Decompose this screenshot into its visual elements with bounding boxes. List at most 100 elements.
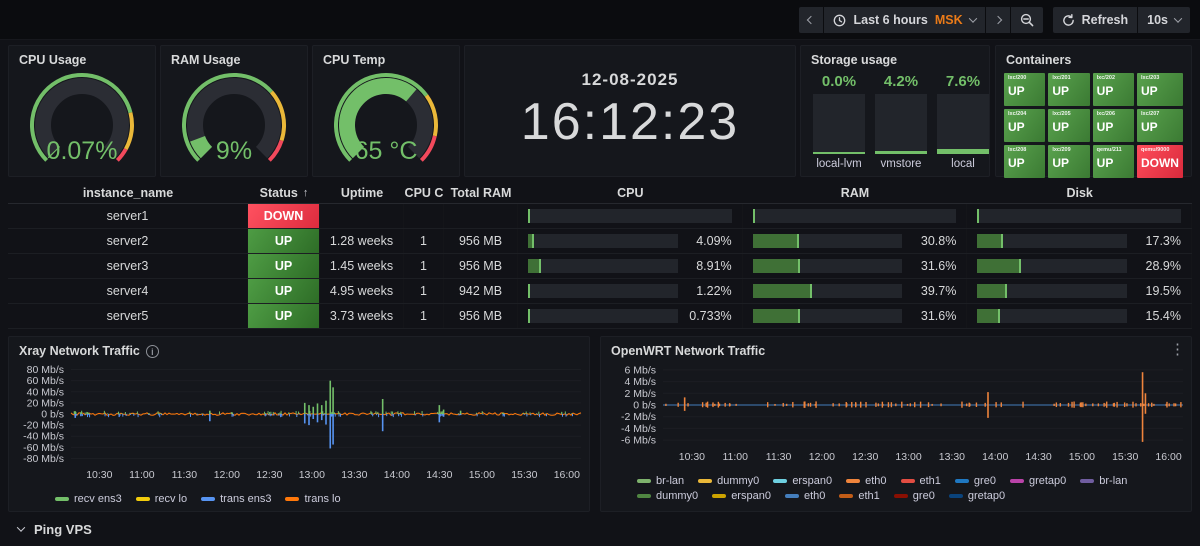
legend-swatch: [839, 494, 854, 498]
legend-item-gretap0[interactable]: gretap0: [1009, 475, 1066, 487]
openwrt-traffic-chart[interactable]: 6 Mb/s4 Mb/s2 Mb/s0 b/s-2 Mb/s-4 Mb/s-6 …: [601, 358, 1191, 468]
container-tile-lxc/205[interactable]: lxc/205 UP: [1048, 109, 1090, 142]
status-badge[interactable]: DOWN: [248, 204, 319, 228]
time-range-picker[interactable]: Last 6 hours MSK: [824, 7, 985, 33]
ram-usage-gauge-panel: RAM Usage 9%: [160, 45, 308, 177]
container-tile-lxc/208[interactable]: lxc/208 UP: [1004, 145, 1046, 178]
container-tile-qemu/211[interactable]: qemu/211 UP: [1092, 145, 1134, 178]
legend-label: trans lo: [304, 493, 341, 505]
clock-panel: 12-08-2025 16:12:23: [464, 45, 796, 177]
table-row-server2: server2 UP 1.28 weeks 1 956 MB 4.09% 30.8% 17.3…: [8, 229, 1192, 254]
column-header-uptime[interactable]: Uptime: [320, 182, 404, 203]
container-name: lxc/209: [1052, 147, 1071, 153]
column-header-instance-name[interactable]: instance_name: [8, 182, 248, 203]
status-badge[interactable]: UP: [248, 279, 319, 303]
legend-label: br-lan: [1099, 475, 1128, 487]
legend-item-trans-lo[interactable]: trans lo: [285, 493, 341, 505]
legend-swatch: [712, 494, 727, 498]
status-badge[interactable]: UP: [248, 304, 319, 328]
refresh-button[interactable]: Refresh: [1052, 7, 1138, 33]
cell-uptime: 3.73 weeks: [320, 304, 404, 328]
svg-text:15:00: 15:00: [1069, 451, 1095, 463]
legend-item-erspan0[interactable]: erspan0: [773, 475, 832, 487]
legend-item-dummy0[interactable]: dummy0: [637, 490, 698, 502]
cell-instance-name: server5: [8, 304, 248, 328]
legend-item-gre0[interactable]: gre0: [954, 475, 996, 487]
cell-ram-bar: [743, 204, 968, 228]
storage-label: local-lvm: [816, 158, 862, 170]
legend-item-recv-lo[interactable]: recv lo: [135, 493, 187, 505]
container-tile-lxc/207[interactable]: lxc/207 UP: [1136, 109, 1183, 142]
cell-cpu-bar: 1.22%: [518, 279, 743, 303]
container-tile-lxc/201[interactable]: lxc/201 UP: [1048, 73, 1090, 106]
legend-item-eth1[interactable]: eth1: [839, 490, 880, 502]
cell-cpu-bar: 4.09%: [518, 229, 743, 253]
column-header-cpu-c[interactable]: CPU C: [404, 182, 444, 203]
legend-item-eth0[interactable]: eth0: [846, 475, 887, 487]
storage-usage-panel: Storage usage 0.0% local-lvm 4.2% vmstore…: [800, 45, 990, 177]
time-shift-back-button[interactable]: [799, 7, 824, 33]
container-tile-lxc/206[interactable]: lxc/206 UP: [1092, 109, 1134, 142]
legend-item-eth1[interactable]: eth1: [900, 475, 941, 487]
svg-text:-80 Mb/s: -80 Mb/s: [23, 453, 64, 465]
refresh-interval-picker[interactable]: 10s: [1138, 7, 1190, 33]
storage-gauge-local: 7.6% local: [937, 73, 989, 170]
row-ping-vps[interactable]: Ping VPS: [0, 514, 1200, 544]
container-tile-lxc/202[interactable]: lxc/202 UP: [1092, 73, 1134, 106]
legend-item-erspan0[interactable]: erspan0: [712, 490, 771, 502]
cell-total-ram: [444, 204, 518, 228]
legend-label: eth0: [803, 490, 826, 502]
legend-item-trans-ens3[interactable]: trans ens3: [201, 493, 271, 505]
storage-gauge-local-lvm: 0.0% local-lvm: [813, 73, 865, 170]
column-header-status[interactable]: Status ↑: [248, 182, 320, 203]
time-shift-forward-button[interactable]: [985, 7, 1010, 33]
legend-item-eth0[interactable]: eth0: [784, 490, 826, 502]
cpu-temp-gauge-panel: CPU Temp 65 °C: [312, 45, 460, 177]
container-status: UP: [1052, 120, 1069, 134]
panel-menu-icon[interactable]: ⋮: [1170, 342, 1185, 357]
status-badge[interactable]: UP: [248, 229, 319, 253]
container-name: lxc/202: [1096, 75, 1116, 81]
cell-disk-bar: [967, 204, 1192, 228]
svg-text:11:30: 11:30: [172, 469, 198, 481]
legend-swatch: [637, 494, 651, 498]
container-tile-lxc/203[interactable]: lxc/203 UP: [1136, 73, 1183, 106]
cell-uptime: 4.95 weeks: [320, 279, 404, 303]
column-header-ram[interactable]: RAM: [743, 182, 968, 203]
cell-total-ram: 956 MB: [444, 304, 518, 328]
legend-item-recv-ens3[interactable]: recv ens3: [55, 493, 122, 505]
column-header-disk[interactable]: Disk: [967, 182, 1192, 203]
table-row-server1: server1 DOWN: [8, 204, 1192, 229]
zoom-out-time-button[interactable]: [1010, 7, 1043, 33]
column-header-cpu[interactable]: CPU: [518, 182, 743, 203]
xray-traffic-chart[interactable]: 80 Mb/s60 Mb/s40 Mb/s20 Mb/s0 b/s-20 Mb/…: [9, 358, 589, 486]
legend-label: recv ens3: [74, 493, 122, 505]
legend-item-gre0[interactable]: gre0: [893, 490, 935, 502]
container-tile-lxc/200[interactable]: lxc/200 UP: [1004, 73, 1046, 106]
storage-label: local: [951, 158, 975, 170]
cell-cpu-bar: 8.91%: [518, 254, 743, 278]
cell-cpu-cores: 1: [404, 229, 444, 253]
container-tile-lxc/209[interactable]: lxc/209 UP: [1048, 145, 1090, 178]
container-status: UP: [1052, 84, 1069, 98]
info-icon[interactable]: i: [145, 344, 159, 358]
legend-item-dummy0[interactable]: dummy0: [698, 475, 759, 487]
cell-cpu-cores: 1: [404, 279, 444, 303]
storage-bar: [813, 94, 865, 154]
container-status: UP: [1140, 84, 1158, 98]
cell-cpu-bar: [518, 204, 743, 228]
legend-swatch: [954, 479, 969, 483]
legend-item-br-lan[interactable]: br-lan: [637, 475, 684, 487]
status-badge[interactable]: UP: [248, 254, 319, 278]
column-header-total-ram[interactable]: Total RAM: [444, 182, 518, 203]
refresh-label: Refresh: [1081, 13, 1129, 27]
cell-cpu-value: 0.733%: [689, 309, 732, 323]
container-tile-lxc/204[interactable]: lxc/204 UP: [1004, 109, 1046, 142]
cell-status: UP: [248, 229, 320, 253]
container-status: UP: [1096, 84, 1114, 98]
time-range-label: Last 6 hours: [853, 13, 928, 27]
container-tile-qemu/9000[interactable]: qemu/9000 DOWN: [1136, 145, 1183, 178]
legend-item-gretap0[interactable]: gretap0: [948, 490, 1005, 502]
panel-title: Xray Network Traffic: [19, 344, 140, 358]
legend-item-br-lan[interactable]: br-lan: [1080, 475, 1127, 487]
